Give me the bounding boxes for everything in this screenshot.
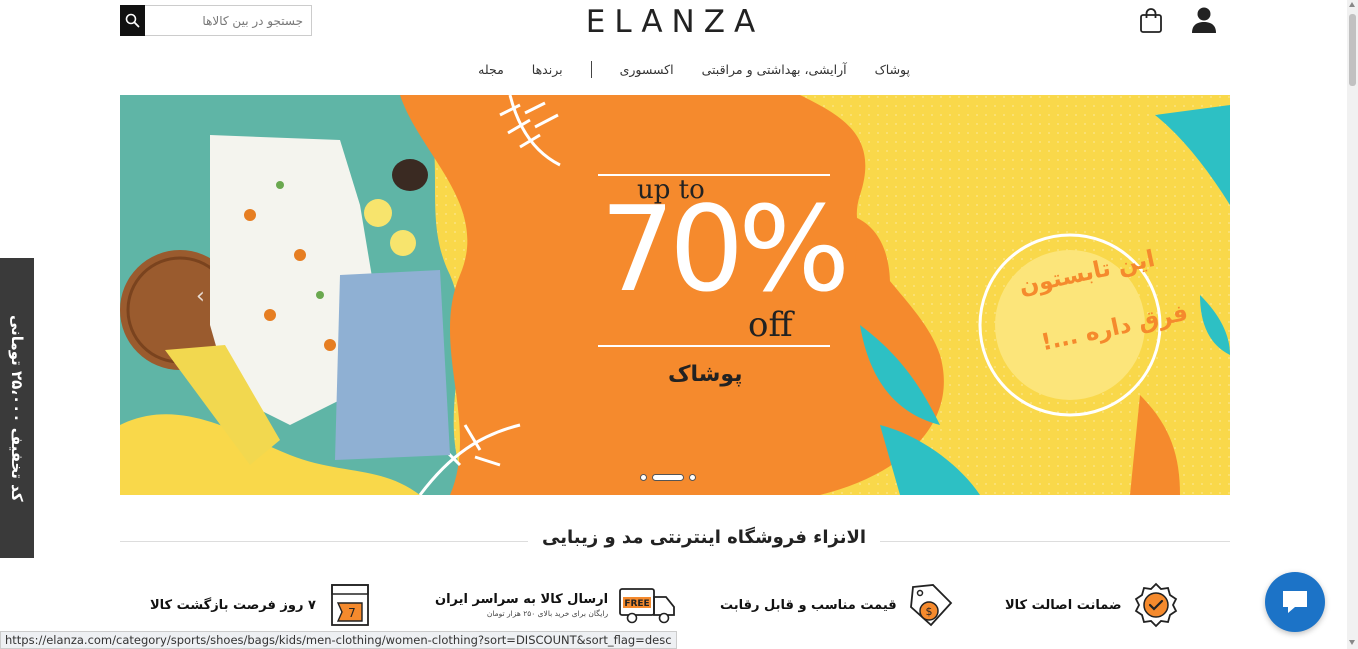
slider-dot-1[interactable]	[640, 474, 647, 481]
feature-price-title: قیمت مناسب و قابل رقابت	[720, 597, 897, 613]
feature-authenticity-title: ضمانت اصالت کالا	[1005, 597, 1122, 613]
nav-item-cosmetics[interactable]: آرایشی، بهداشتی و مراقبتی	[702, 62, 847, 77]
search-bar	[120, 5, 312, 36]
feature-return: 7 ۷ روز فرصت بازگشت کالا	[150, 580, 374, 630]
nav-item-clothing[interactable]: پوشاک	[875, 62, 910, 77]
scroll-thumb[interactable]	[1349, 14, 1356, 86]
shopping-bag-icon[interactable]	[1139, 8, 1163, 34]
calendar-return-icon: 7	[331, 584, 369, 626]
site-logo[interactable]: ELANZA	[560, 4, 790, 40]
promo-percent: 70%	[600, 180, 850, 318]
search-button[interactable]	[120, 5, 145, 36]
promo-top-rule	[598, 174, 830, 176]
price-tag-icon: $	[909, 584, 952, 627]
user-account-icon[interactable]	[1191, 6, 1217, 34]
chat-button[interactable]	[1265, 572, 1325, 632]
feature-shipping-text: ارسال کالا به سراسر ایران رایگان برای خر…	[435, 592, 608, 618]
hero-banner[interactable]: up to 70% off پوشاک این تابستون فرق داره…	[120, 95, 1230, 495]
slider-dot-2[interactable]	[652, 474, 684, 481]
browser-status-url: https://elanza.com/category/sports/shoes…	[0, 631, 677, 649]
svg-text:FREE: FREE	[624, 599, 649, 609]
nav-divider	[590, 60, 592, 78]
nav-item-brands[interactable]: برندها	[532, 62, 563, 77]
feature-shipping-title: ارسال کالا به سراسر ایران	[435, 592, 609, 607]
search-icon	[125, 13, 140, 28]
badge-check-icon	[1134, 582, 1177, 628]
scroll-down-arrow-icon[interactable]	[1349, 640, 1355, 645]
nav-item-magazine[interactable]: مجله	[478, 62, 504, 77]
slider-dot-3[interactable]	[689, 474, 696, 481]
feature-price: $ قیمت مناسب و قابل رقابت	[720, 580, 955, 630]
banner-prev-arrow-icon[interactable]: ‹	[196, 284, 205, 309]
main-nav: پوشاک آرایشی، بهداشتی و مراقبتی اکسسوری …	[440, 58, 910, 80]
promo-bottom-rule	[598, 345, 830, 347]
free-delivery-truck-icon: FREE	[619, 588, 675, 624]
promo-off: off	[748, 305, 793, 345]
nav-item-accessories[interactable]: اکسسوری	[620, 62, 674, 77]
discount-code-text: کد تخفیف ۲۵،۰۰۰ تومانی	[8, 314, 26, 502]
feature-shipping: FREE ارسال کالا به سراسر ایران رایگان بر…	[435, 580, 678, 630]
discount-code-tab[interactable]: کد تخفیف ۲۵،۰۰۰ تومانی	[0, 258, 34, 558]
promo-category: پوشاک	[668, 362, 743, 387]
page-scrollbar[interactable]	[1347, 0, 1358, 649]
feature-return-title: ۷ روز فرصت بازگشت کالا	[150, 597, 316, 613]
feature-shipping-subtitle: رایگان برای خرید بالای ۲۵۰ هزار تومان	[486, 609, 609, 618]
svg-text:$: $	[925, 605, 932, 618]
chat-bubble-icon	[1283, 591, 1307, 613]
banner-slider-dots	[640, 474, 696, 481]
svg-text:7: 7	[348, 606, 356, 620]
scroll-up-arrow-icon[interactable]	[1349, 2, 1355, 7]
search-input[interactable]	[145, 5, 312, 36]
feature-authenticity: ضمانت اصالت کالا	[1005, 580, 1180, 630]
section-title: الانزاء فروشگاه اینترنتی مد و زیبایی	[528, 527, 881, 548]
